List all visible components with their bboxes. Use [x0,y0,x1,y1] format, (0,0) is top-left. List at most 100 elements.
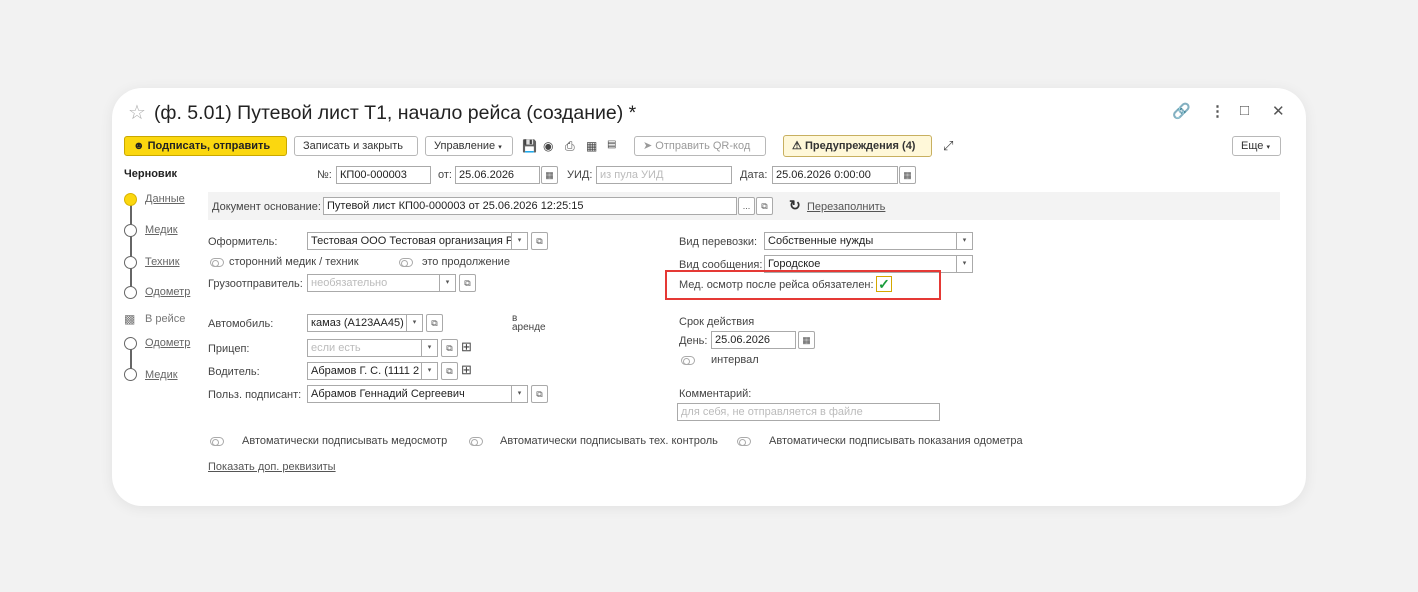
nav-item-data[interactable]: Данные [145,193,185,205]
add-driver-icon[interactable]: ⊞ [461,362,472,378]
issuer-field[interactable]: Тестовая ООО Тестовая организация Р [307,232,512,250]
warnings-button[interactable]: ⚠ Предупреждения (4) [783,135,932,157]
nav-item-odometer[interactable]: Одометр [145,286,190,298]
auto-tech-label: Автоматически подписывать тех. контроль [500,435,718,447]
manage-label: Управление [434,140,496,152]
more-label: Еще [1241,140,1264,152]
auto-odo-label: Автоматически подписывать показания одом… [769,435,1023,447]
comment-label: Комментарий: [679,388,752,400]
trailer-label: Прицеп: [208,343,250,355]
expand-icon[interactable]: ⤢ [943,138,953,154]
day-label: День: [679,335,708,347]
nav-item-tech[interactable]: Техник [145,256,180,268]
status-label: Черновик [124,168,177,180]
chevron-down-icon[interactable]: ▾ [512,385,528,403]
star-icon[interactable]: ☆ [128,102,146,124]
nav-item-medic[interactable]: Медик [145,224,178,236]
nav-step-data-icon [124,193,137,206]
date-field[interactable]: 25.06.2026 0:00:00 [772,166,898,184]
shipper-field[interactable]: необязательно [307,274,440,292]
calendar-icon[interactable]: ▦ [798,331,815,349]
chevron-down-icon[interactable]: ▾ [957,255,973,273]
comment-field[interactable]: для себя, не отправляется в файле [677,403,940,421]
trailer-field[interactable]: если есть [307,339,422,357]
send-icon: ➤ [643,140,653,152]
interval-label: интервал [711,354,759,366]
open-icon[interactable]: ⧉ [531,232,548,250]
driver-label: Водитель: [208,366,260,378]
third-party-label: сторонний медик / техник [229,256,359,268]
chevron-down-icon[interactable]: ▾ [407,314,423,332]
car-field[interactable]: камаз (А123АА45) [307,314,407,332]
day-field[interactable]: 25.06.2026 [711,331,796,349]
save-icon[interactable]: 💾 [522,139,537,153]
transport-field[interactable]: Собственные нужды [764,232,957,250]
base-doc-label: Документ основание: [212,201,321,213]
nav-step-medic2-icon [124,368,137,381]
open-icon[interactable]: ⧉ [531,385,548,403]
chevron-down-icon[interactable]: ▾ [422,339,438,357]
nav-step-medic-icon [124,224,137,237]
third-party-toggle[interactable] [210,258,224,267]
manage-button[interactable]: Управление ▾ [425,136,513,156]
auto-tech-toggle[interactable] [469,437,483,446]
auto-odo-toggle[interactable] [737,437,751,446]
document-icon[interactable]: ▦ [586,139,597,153]
driver-field[interactable]: Абрамов Г. С. (1111 2 [307,362,422,380]
calendar-icon[interactable]: ▦ [899,166,916,184]
auto-med-toggle[interactable] [210,437,224,446]
shipper-label: Грузоотправитель: [208,278,303,290]
issuer-label: Оформитель: [208,236,278,248]
calendar-icon[interactable]: ▦ [541,166,558,184]
nav-step-odometer-icon [124,286,137,299]
from-label: от: [438,169,452,181]
more-icon[interactable]: ⋮ [1210,102,1225,120]
nav-step-odometer2-icon [124,337,137,350]
warning-icon: ⚠ [792,140,802,152]
open-icon[interactable]: ⧉ [756,197,773,215]
maximize-icon[interactable]: □ [1240,102,1249,119]
add-trailer-icon[interactable]: ⊞ [461,339,472,355]
nav-item-in-trip: В рейсе [145,313,186,325]
chevron-down-icon[interactable]: ▾ [512,232,528,250]
document-window: ☆ (ф. 5.01) Путевой лист Т1, начало рейса… [112,88,1306,506]
chevron-down-icon: ▾ [498,144,502,151]
num-field[interactable]: КП00-000003 [336,166,431,184]
sign-send-button[interactable]: ☻ Подписать, отправить [124,136,287,156]
nav-item-odometer-2[interactable]: Одометр [145,337,190,349]
refresh-icon[interactable]: ↻ [789,197,801,214]
chevron-down-icon[interactable]: ▾ [422,362,438,380]
open-icon[interactable]: ⧉ [426,314,443,332]
open-icon[interactable]: ⧉ [441,362,458,380]
uid-field[interactable]: из пула УИД [596,166,732,184]
chevron-down-icon[interactable]: ▾ [957,232,973,250]
xml-icon[interactable]: ▤ [607,139,616,150]
chevron-down-icon: ▾ [1266,144,1270,151]
signer-label: Польз. подписант: [208,389,302,401]
continuation-toggle[interactable] [399,258,413,267]
print-icon[interactable]: ⎙ [565,139,575,154]
window-title: ☆ (ф. 5.01) Путевой лист Т1, начало рейса… [128,100,636,125]
refill-link[interactable]: Перезаполнить [807,201,885,213]
warnings-label: Предупреждения (4) [804,140,916,152]
show-more-link[interactable]: Показать доп. реквизиты [208,461,336,473]
signer-field[interactable]: Абрамов Геннадий Сергеевич [307,385,512,403]
title-text: (ф. 5.01) Путевой лист Т1, начало рейса … [153,102,637,124]
chevron-down-icon[interactable]: ▾ [440,274,456,292]
base-doc-field[interactable]: Путевой лист КП00-000003 от 25.06.2026 1… [323,197,737,215]
medcheck-checkbox[interactable]: ✓ [876,276,892,292]
open-icon[interactable]: ⧉ [441,339,458,357]
save-close-button[interactable]: Записать и закрыть [294,136,418,156]
select-button[interactable]: ... [738,197,755,215]
interval-toggle[interactable] [681,356,695,365]
send-qr-button[interactable]: ➤ Отправить QR-код [634,136,766,156]
close-icon[interactable]: ✕ [1272,102,1285,120]
nav-item-medic-2[interactable]: Медик [145,369,178,381]
open-icon[interactable]: ⧉ [459,274,476,292]
eye-icon[interactable]: ◉ [543,139,553,153]
car-label: Автомобиль: [208,318,274,330]
link-icon[interactable]: 🔗 [1172,102,1191,120]
transport-label: Вид перевозки: [679,236,758,248]
from-date-field[interactable]: 25.06.2026 [455,166,540,184]
more-button[interactable]: Еще ▾ [1232,136,1281,156]
